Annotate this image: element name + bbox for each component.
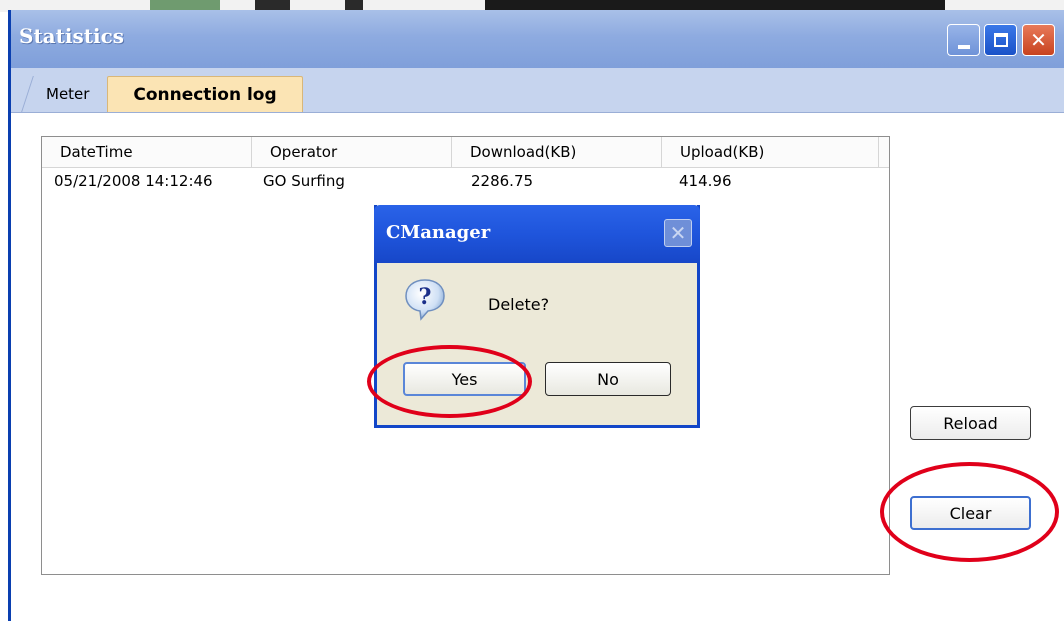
maximize-icon	[993, 33, 1008, 47]
tab-connection-log-label: Connection log	[133, 84, 277, 105]
tab-connection-log[interactable]: Connection log	[107, 76, 303, 112]
no-button[interactable]: No	[545, 362, 671, 396]
minimize-icon	[957, 45, 970, 49]
cell-download: 2286.75	[471, 172, 534, 190]
title-bar[interactable]: Statistics ✕	[11, 10, 1064, 68]
dialog-message: Delete?	[488, 295, 550, 314]
cell-upload: 414.96	[679, 172, 732, 190]
column-header-upload[interactable]: Upload(KB)	[662, 137, 879, 167]
tab-strip: Meter Connection log	[11, 68, 1064, 113]
dialog-title: CManager	[386, 222, 491, 243]
column-header-download[interactable]: Download(KB)	[452, 137, 662, 167]
dialog-close-button[interactable]: ✕	[664, 219, 692, 247]
maximize-button[interactable]	[984, 24, 1017, 56]
close-icon: ✕	[669, 221, 687, 245]
list-header: DateTime Operator Download(KB) Upload(KB…	[42, 137, 889, 168]
tab-meter-label: Meter	[46, 85, 90, 103]
reload-button[interactable]: Reload	[910, 406, 1031, 440]
annotation-circle-yes	[367, 345, 532, 418]
minimize-button[interactable]	[947, 24, 980, 56]
close-button[interactable]: ✕	[1022, 24, 1055, 56]
window-title: Statistics	[19, 24, 125, 48]
close-icon: ✕	[1030, 28, 1047, 52]
column-header-operator[interactable]: Operator	[252, 137, 452, 167]
svg-text:?: ?	[419, 284, 432, 310]
cell-datetime: 05/21/2008 14:12:46	[54, 172, 213, 190]
cell-operator: GO Surfing	[263, 172, 345, 190]
tab-meter[interactable]: Meter	[21, 76, 113, 112]
dialog-title-bar[interactable]: CManager ✕	[374, 205, 700, 263]
table-row[interactable]: 05/21/2008 14:12:46 GO Surfing 2286.75 4…	[42, 169, 889, 193]
annotation-circle-clear	[880, 462, 1059, 562]
question-icon: ?	[405, 279, 445, 321]
column-header-datetime[interactable]: DateTime	[42, 137, 252, 167]
